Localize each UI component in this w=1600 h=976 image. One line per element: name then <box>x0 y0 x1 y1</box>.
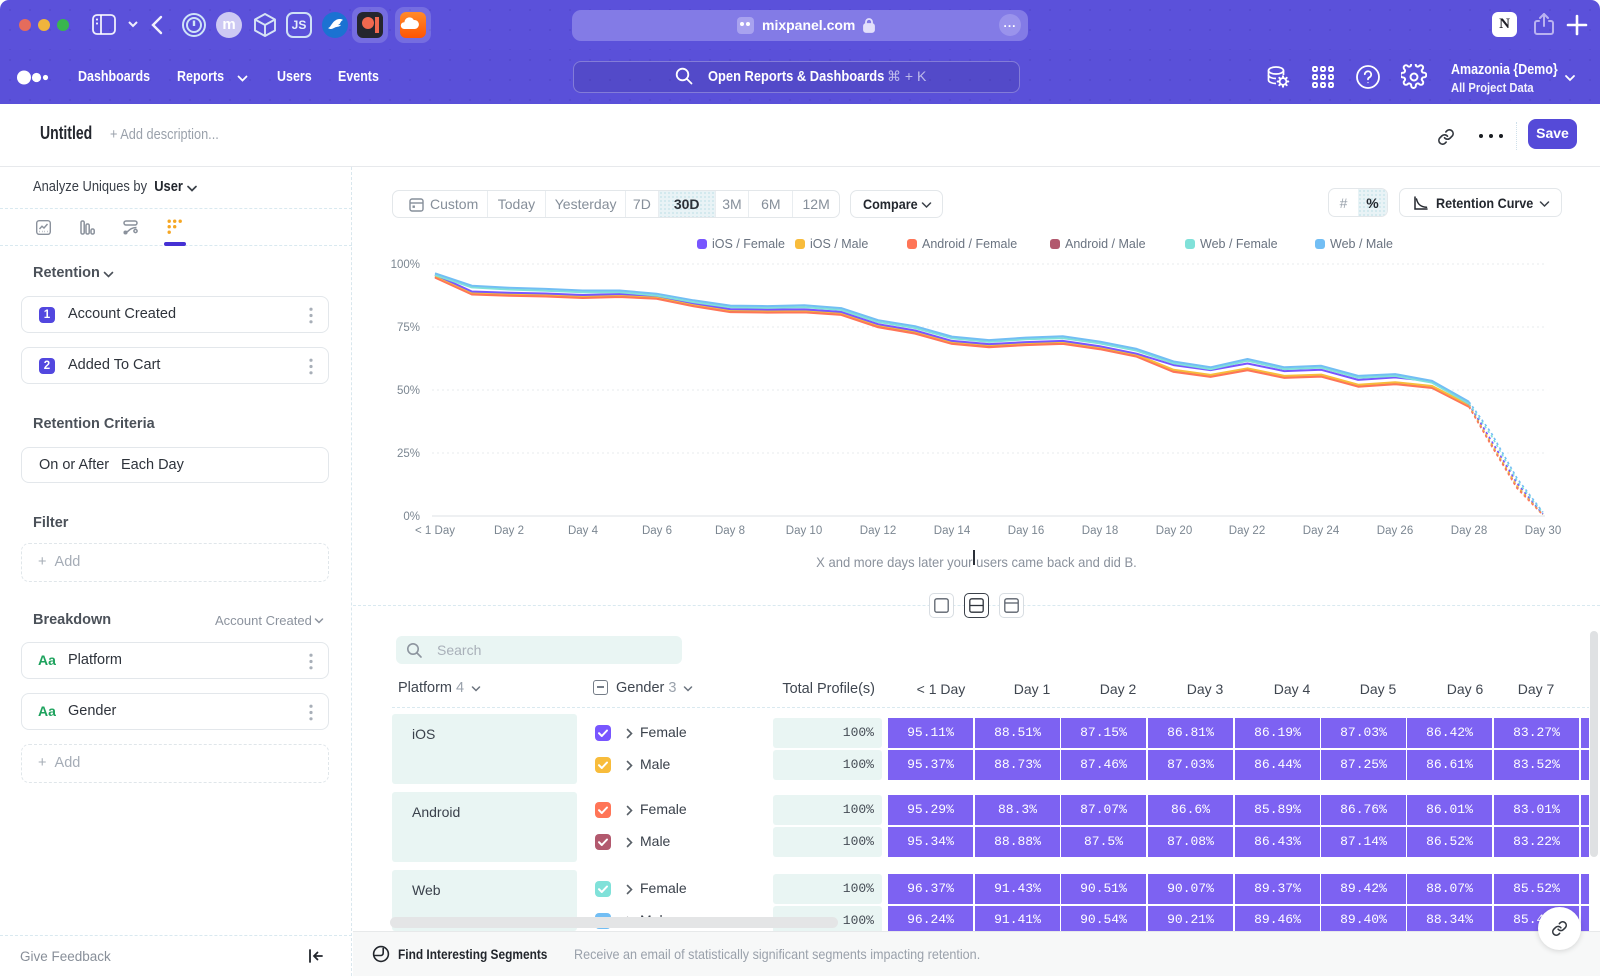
svg-text:75%: 75% <box>397 322 420 334</box>
svg-text:Day 2: Day 2 <box>494 525 524 537</box>
svg-text:Day 20: Day 20 <box>1156 525 1192 537</box>
svg-text:Day 4: Day 4 <box>568 525 599 537</box>
svg-text:Day 28: Day 28 <box>1451 525 1487 537</box>
svg-text:Day 18: Day 18 <box>1082 525 1118 537</box>
svg-text:Day 30: Day 30 <box>1525 525 1561 537</box>
svg-text:50%: 50% <box>397 385 420 397</box>
svg-text:< 1 Day: < 1 Day <box>415 525 455 537</box>
svg-text:Day 26: Day 26 <box>1377 525 1413 537</box>
svg-text:Day 22: Day 22 <box>1229 525 1265 537</box>
svg-text:Day 6: Day 6 <box>642 525 672 537</box>
svg-text:Day 10: Day 10 <box>786 525 822 537</box>
svg-text:Day 16: Day 16 <box>1008 525 1044 537</box>
svg-text:0%: 0% <box>403 511 420 523</box>
svg-text:Day 14: Day 14 <box>934 525 971 537</box>
svg-text:Day 24: Day 24 <box>1303 525 1340 537</box>
svg-text:Day 12: Day 12 <box>860 525 896 537</box>
svg-text:Day 8: Day 8 <box>715 525 745 537</box>
svg-text:25%: 25% <box>397 448 420 460</box>
svg-text:100%: 100% <box>391 259 420 271</box>
